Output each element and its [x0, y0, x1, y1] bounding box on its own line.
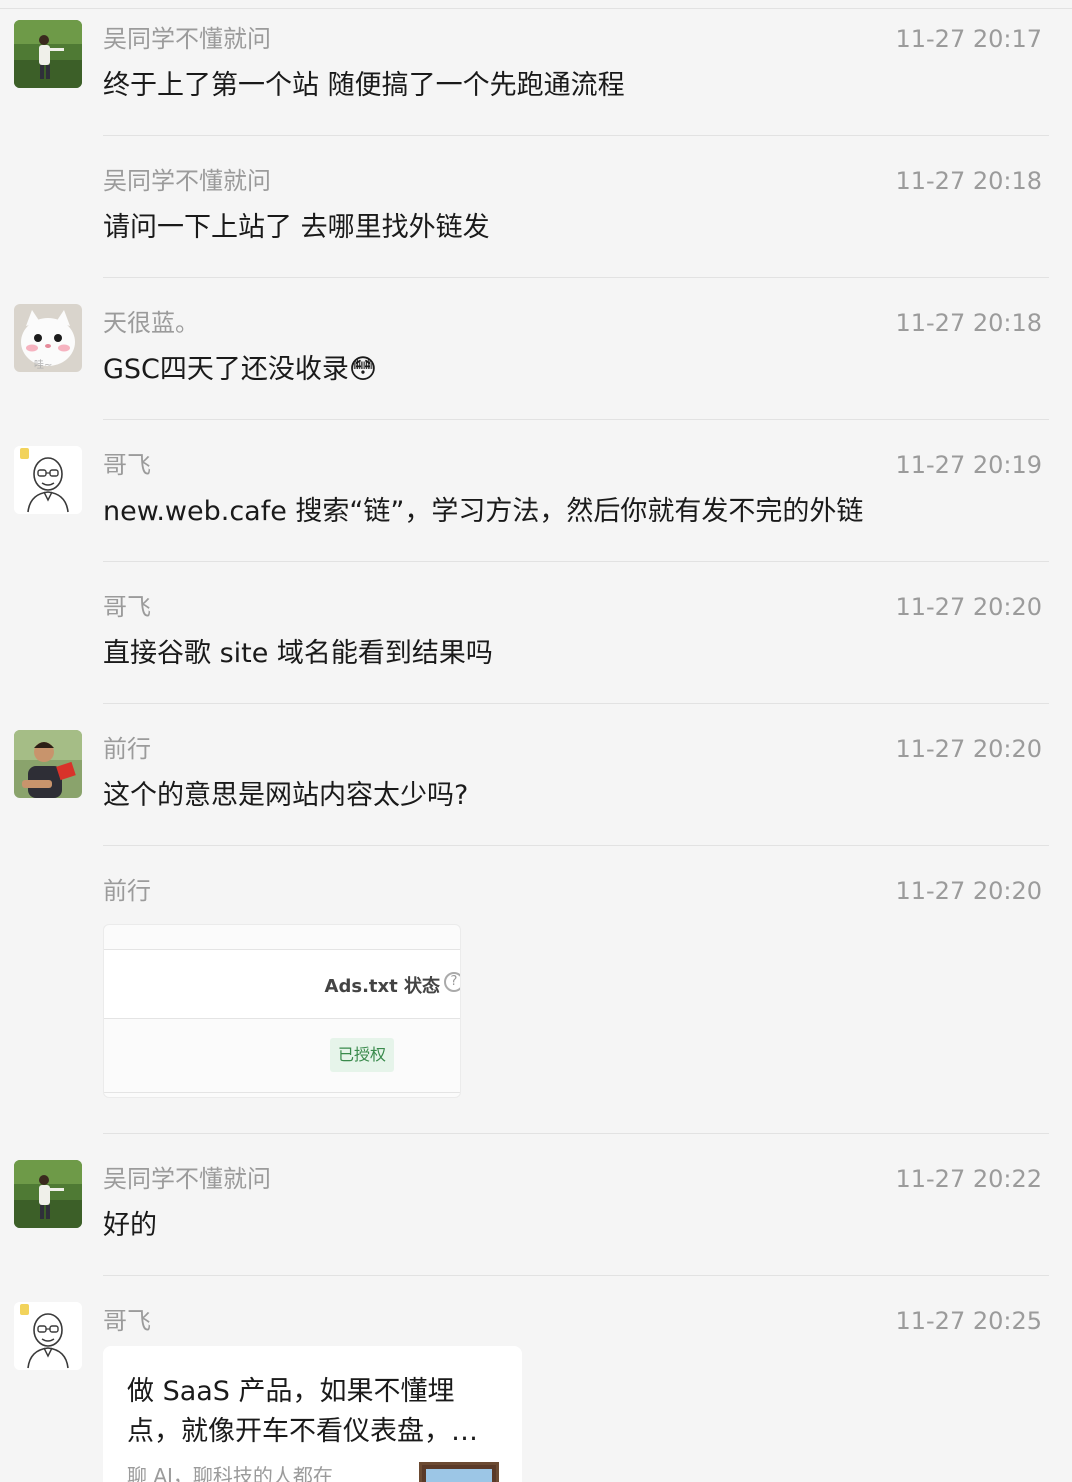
sender-name: 哥飞: [103, 451, 151, 479]
ads-status-label: Ads.txt 状态: [324, 976, 440, 997]
divider: [103, 561, 1049, 562]
timestamp: 11-27 20:20: [895, 735, 1042, 763]
sender-name: 前行: [103, 877, 151, 905]
help-icon: ?: [444, 972, 460, 992]
avatar-gefei[interactable]: [14, 1302, 82, 1370]
timestamp: 11-27 20:18: [895, 167, 1042, 195]
photo-avatar-icon: [14, 20, 82, 88]
link-source: 聊 AI，聊科技的人都在: [127, 1464, 333, 1482]
sender-name: 吴同学不懂就问: [103, 1165, 271, 1193]
sender-name: 哥飞: [103, 593, 151, 621]
photo-avatar-icon: [14, 730, 82, 798]
message-item[interactable]: 哇~ 天很蓝。 11-27 20:18 GSC四天了还没收录😳: [0, 304, 1072, 420]
message-text[interactable]: new.web.cafe 搜索“链”，学习方法，然后你就有发不完的外链: [103, 494, 863, 530]
divider: [103, 1133, 1049, 1134]
message-text[interactable]: 请问一下上站了 去哪里找外链发: [103, 210, 490, 246]
sender-name: 吴同学不懂就问: [103, 167, 271, 195]
message-item[interactable]: 吴同学不懂就问 11-27 20:18 请问一下上站了 去哪里找外链发: [0, 162, 1072, 278]
divider: [0, 8, 1072, 9]
message-text[interactable]: 直接谷歌 site 域名能看到结果吗: [103, 636, 493, 672]
sender-name: 吴同学不懂就问: [103, 25, 271, 53]
avatar-caption: 哇~: [34, 358, 52, 371]
message-text[interactable]: 好的: [103, 1208, 157, 1244]
message-item[interactable]: 哥飞 11-27 20:19 new.web.cafe 搜索“链”，学习方法，然…: [0, 446, 1072, 562]
divider: [103, 703, 1049, 704]
link-card[interactable]: 做 SaaS 产品，如果不懂埋点，就像开车不看仪表盘，… 聊 AI，聊科技的人都…: [103, 1346, 522, 1482]
avatar-wu[interactable]: [14, 20, 82, 88]
cartoon-avatar-icon: [14, 1302, 82, 1370]
message-text[interactable]: 这个的意思是网站内容太少吗?: [103, 778, 468, 814]
message-item[interactable]: 哥飞 11-27 20:20 直接谷歌 site 域名能看到结果吗: [0, 588, 1072, 704]
divider: [104, 1092, 460, 1093]
link-title: 做 SaaS 产品，如果不懂埋点，就像开车不看仪表盘，…: [127, 1376, 478, 1447]
divider: [103, 277, 1049, 278]
timestamp: 11-27 20:25: [895, 1307, 1042, 1335]
message-text-content: GSC四天了还没收录: [103, 354, 349, 385]
timestamp: 11-27 20:18: [895, 309, 1042, 337]
timestamp: 11-27 20:20: [895, 593, 1042, 621]
timestamp: 11-27 20:19: [895, 451, 1042, 479]
sender-name: 哥飞: [103, 1307, 151, 1335]
cartoon-avatar-icon: [14, 446, 82, 514]
ads-header-row: Ads.txt 状态 ?: [104, 949, 460, 1019]
link-thumbnail: [419, 1462, 499, 1482]
sender-name: 前行: [103, 735, 151, 763]
divider: [103, 845, 1049, 846]
message-item[interactable]: 吴同学不懂就问 11-27 20:17 终于上了第一个站 随便搞了一个先跑通流程: [0, 20, 1072, 136]
cat-avatar-icon: 哇~: [14, 304, 82, 372]
divider: [103, 419, 1049, 420]
message-item[interactable]: 吴同学不懂就问 11-27 20:22 好的: [0, 1160, 1072, 1276]
avatar-wu[interactable]: [14, 1160, 82, 1228]
photo-avatar-icon: [14, 1160, 82, 1228]
avatar-tianhenlan[interactable]: 哇~: [14, 304, 82, 372]
timestamp: 11-27 20:17: [895, 25, 1042, 53]
avatar-qianxing[interactable]: [14, 730, 82, 798]
chat-history: 吴同学不懂就问 11-27 20:17 终于上了第一个站 随便搞了一个先跑通流程…: [0, 0, 1072, 1482]
timestamp: 11-27 20:22: [895, 1165, 1042, 1193]
message-item[interactable]: 前行 11-27 20:20 Ads.txt 状态 ? 已授权: [0, 872, 1072, 1132]
timestamp: 11-27 20:20: [895, 877, 1042, 905]
avatar-gefei[interactable]: [14, 446, 82, 514]
image-attachment[interactable]: Ads.txt 状态 ? 已授权: [103, 924, 461, 1098]
message-item[interactable]: 前行 11-27 20:20 这个的意思是网站内容太少吗?: [0, 730, 1072, 846]
authorized-badge: 已授权: [330, 1038, 395, 1072]
divider: [103, 135, 1049, 136]
divider: [103, 1275, 1049, 1276]
message-text[interactable]: GSC四天了还没收录😳: [103, 352, 377, 388]
message-text[interactable]: 终于上了第一个站 随便搞了一个先跑通流程: [103, 68, 625, 104]
sender-name: 天很蓝。: [103, 309, 199, 337]
flushed-emoji-icon: 😳: [348, 354, 378, 385]
